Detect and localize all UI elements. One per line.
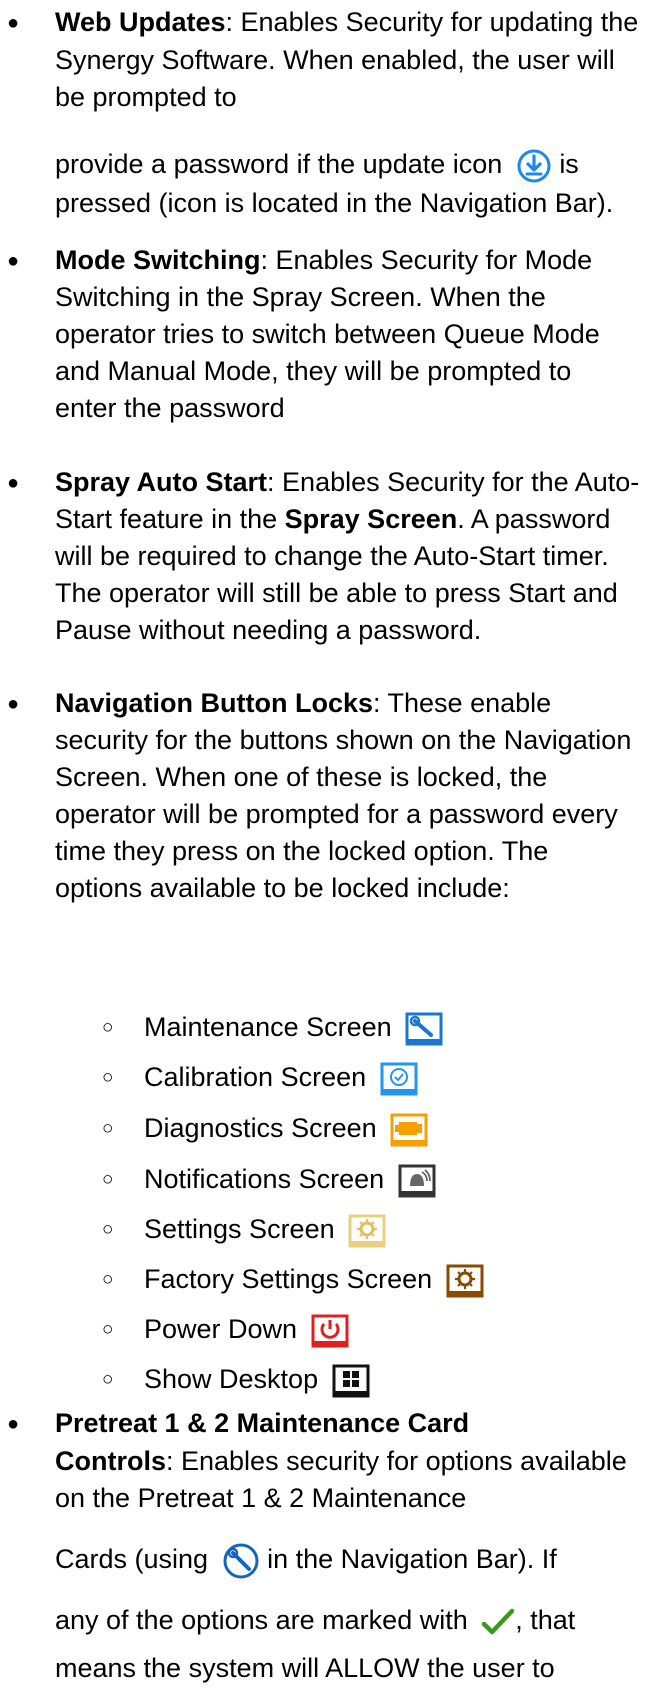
nav-lock-label: Power Down (144, 1314, 298, 1344)
update-icon (516, 148, 552, 184)
nav-lock-item: Diagnostics Screen (144, 1108, 428, 1148)
document-page: ● Web Updates: Enables Security for upda… (0, 0, 648, 1688)
bullet-marker: ● (6, 12, 20, 34)
pretreat-text-3: in the Navigation Bar). If (267, 1544, 557, 1574)
nav-lock-label: Diagnostics Screen (144, 1113, 377, 1143)
bullet-marker: ● (6, 250, 20, 272)
nav-lock-label: Show Desktop (144, 1364, 319, 1394)
nav-lock-label: Maintenance Screen (144, 1012, 392, 1042)
pretreat-title-2: Controls (55, 1445, 166, 1476)
bell-icon (398, 1164, 436, 1198)
spray-auto-start-title: Spray Auto Start (55, 467, 268, 497)
calibration-icon (380, 1062, 418, 1096)
engine-icon (390, 1113, 428, 1147)
nav-locks-text: : These enable security for the buttons … (55, 688, 632, 903)
spray-screen-bold: Spray Screen (284, 504, 458, 534)
web-updates-title: Web Updates (55, 7, 226, 37)
wrench-circle-icon (222, 1542, 260, 1580)
windows-icon (332, 1364, 370, 1398)
pretreat-text-5: , that (515, 1605, 576, 1635)
factory-gear-icon (446, 1264, 484, 1298)
bullet-marker: ● (6, 693, 20, 715)
nav-lock-item: Show Desktop (144, 1359, 370, 1399)
nav-lock-item: Power Down (144, 1309, 349, 1349)
sub-marker: ○ (102, 1118, 114, 1139)
pretreat-line-4: means the system will ALLOW the user to (55, 1648, 640, 1688)
mode-switching-title: Mode Switching (55, 245, 261, 275)
web-updates-text-2: provide a password if the update icon (55, 149, 503, 179)
nav-lock-label: Notifications Screen (144, 1164, 385, 1194)
pretreat-text-2: Cards (using (55, 1544, 209, 1574)
web-updates-item: Web Updates: Enables Security for updati… (55, 4, 640, 117)
bullet-marker: ● (6, 472, 20, 494)
nav-lock-item: Settings Screen (144, 1209, 386, 1249)
sub-marker: ○ (102, 1067, 114, 1088)
pretreat-line-3: any of the options are marked with , tha… (55, 1600, 640, 1640)
pretreat-text-6: means the system will ALLOW the user to (55, 1653, 555, 1683)
gear-icon (348, 1214, 386, 1248)
pretreat-line-2: Cards (using in the Navigation Bar). If (55, 1539, 640, 1580)
power-icon (311, 1314, 349, 1348)
nav-lock-label: Settings Screen (144, 1214, 335, 1244)
nav-lock-item: Maintenance Screen (144, 1007, 443, 1047)
sub-marker: ○ (102, 1169, 114, 1190)
pretreat-text-4: any of the options are marked with (55, 1605, 468, 1635)
checkmark-icon (481, 1607, 515, 1637)
nav-lock-item: Calibration Screen (144, 1057, 418, 1097)
sub-marker: ○ (102, 1269, 114, 1290)
pretreat-item: Pretreat 1 & 2 Maintenance Card Controls… (55, 1405, 640, 1518)
spray-auto-start-item: Spray Auto Start: Enables Security for t… (55, 464, 640, 649)
sub-marker: ○ (102, 1219, 114, 1240)
wrench-icon (405, 1012, 443, 1046)
sub-marker: ○ (102, 1319, 114, 1340)
nav-locks-item: Navigation Button Locks: These enable se… (55, 685, 640, 907)
mode-switching-item: Mode Switching: Enables Security for Mod… (55, 242, 640, 427)
web-updates-continued: provide a password if the update icon is… (55, 145, 640, 222)
nav-lock-item: Notifications Screen (144, 1159, 436, 1199)
pretreat-title: Pretreat 1 & 2 Maintenance Card (55, 1408, 470, 1438)
nav-lock-label: Factory Settings Screen (144, 1264, 433, 1294)
nav-lock-label: Calibration Screen (144, 1062, 367, 1092)
nav-lock-item: Factory Settings Screen (144, 1259, 484, 1299)
bullet-marker: ● (6, 1413, 20, 1435)
sub-marker: ○ (102, 1369, 114, 1390)
nav-locks-title: Navigation Button Locks (55, 688, 374, 718)
sub-marker: ○ (102, 1017, 114, 1038)
